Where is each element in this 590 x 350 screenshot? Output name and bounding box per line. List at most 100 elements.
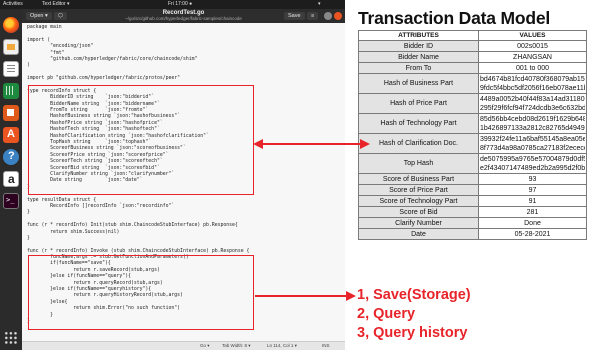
attribute-cell: Hash of Price Part bbox=[358, 93, 479, 114]
editor-statusbar: Go ▾ Tab Width: 8 ▾ Ln 114, Col 1 ▾ INS bbox=[22, 341, 345, 350]
attribute-cell: Score of Technology Part bbox=[358, 195, 479, 207]
table-row: From To 001 to 000 bbox=[358, 62, 587, 74]
invoke-highlight-box bbox=[28, 255, 254, 330]
show-applications-icon[interactable] bbox=[4, 331, 18, 345]
value-cell: 05-28-2021 bbox=[478, 228, 587, 240]
editor-titlebar: Open ▾ ⬡ RecordTest.go ~/go/src/github.c… bbox=[22, 9, 345, 23]
value-cell: 91 bbox=[478, 195, 587, 207]
table-row: Top Hashde5075995a9765e57004879d0df5c0cd… bbox=[358, 153, 587, 174]
attribute-cell: Score of Bid bbox=[358, 206, 479, 218]
value-text: 002s0015 bbox=[517, 42, 548, 50]
writer-icon[interactable] bbox=[3, 61, 19, 77]
app-menu[interactable]: Text Editor ▾ bbox=[42, 0, 70, 9]
table-row: Clarify Number Done bbox=[358, 217, 587, 229]
attribute-cell: Hash of Technology Part bbox=[358, 113, 479, 134]
invoke-arrow-head bbox=[346, 291, 356, 301]
attribute-cell: Bidder ID bbox=[358, 40, 479, 52]
attribute-cell: Bidder Name bbox=[358, 51, 479, 63]
value-text: bd4674b81fcd40780f368079ab15d453 bbox=[480, 75, 585, 83]
table-row: Score of Price Part 97 bbox=[358, 184, 587, 196]
insert-mode: INS bbox=[322, 343, 330, 348]
value-text: Done bbox=[524, 219, 541, 227]
impress-icon[interactable] bbox=[3, 105, 19, 121]
value-cell: 85d56bb4cebd08d2619f1629b648acca1b426897… bbox=[478, 113, 587, 134]
header-attributes: ATTRIBUTES bbox=[358, 30, 479, 41]
value-cell: 93 bbox=[478, 173, 587, 185]
cursor-position[interactable]: Ln 114, Col 1 ▾ bbox=[267, 342, 297, 350]
save-button[interactable]: Save bbox=[284, 12, 305, 20]
value-text: ZHANGSAN bbox=[513, 53, 552, 61]
value-text: 001 to 000 bbox=[515, 64, 550, 72]
value-cell: 281 bbox=[478, 206, 587, 218]
operation-query-history: 3, Query history bbox=[357, 325, 468, 341]
launcher-dock bbox=[0, 9, 22, 350]
struct-arrow-line bbox=[262, 143, 362, 145]
activities-button[interactable]: Activities bbox=[3, 0, 23, 9]
table-title: Transaction Data Model bbox=[358, 8, 551, 28]
invoke-arrow-line bbox=[255, 295, 348, 297]
value-text: 93 bbox=[528, 175, 537, 183]
close-icon[interactable] bbox=[334, 12, 342, 20]
help-icon[interactable] bbox=[3, 149, 19, 165]
software-center-icon[interactable] bbox=[3, 127, 19, 143]
table-row: Hash of Price Part 4489a0052b40f44f83a14a… bbox=[358, 93, 587, 114]
value-text: 4489a0052b40f44f83a14ad311808e5ff bbox=[480, 95, 585, 103]
value-text: de5075995a9765e57004879d0df5c0cd bbox=[480, 155, 585, 163]
attribute-cell: Hash of Clarification Doc. bbox=[358, 133, 479, 154]
firefox-icon[interactable] bbox=[3, 17, 19, 33]
desktop-screenshot: Activities Text Editor ▾ Fri 17:00 ● ▾ O… bbox=[0, 0, 345, 350]
attribute-cell: From To bbox=[358, 62, 479, 74]
value-cell: 4489a0052b40f44f83a14ad311808e5ff295f29f… bbox=[478, 93, 587, 114]
table-row: Score of Technology Part 91 bbox=[358, 195, 587, 207]
struct-highlight-box bbox=[28, 85, 254, 195]
value-text: e2f43407147489ed2b2a995d2f0ba1aa bbox=[480, 164, 585, 172]
struct-arrow-right-head bbox=[360, 139, 370, 149]
table-row: Date 05-28-2021 bbox=[358, 228, 587, 240]
table-row: Score of Bid 281 bbox=[358, 206, 587, 218]
value-text: 8f773d4a98a0785ca27183f2ececedb bbox=[480, 144, 585, 152]
table-row: Hash of Technology Part 85d56bb4cebd08d26… bbox=[358, 113, 587, 134]
value-text: 39932f24fe11a6baf55145a8ea05e1abd bbox=[480, 135, 585, 143]
value-cell: Done bbox=[478, 217, 587, 229]
value-text: 97 bbox=[528, 186, 537, 194]
value-cell: 001 to 000 bbox=[478, 62, 587, 74]
table-row: Score of Business Part 93 bbox=[358, 173, 587, 185]
value-text: 295f29f6fcf94f724dcdb3e6c632bd bbox=[480, 104, 585, 112]
table-row: Hash of Business Part bd4674b81fcd40780f3… bbox=[358, 73, 587, 94]
transaction-data-table: ATTRIBUTES VALUES Bidder ID 002s0015 Bidde… bbox=[358, 30, 587, 240]
attribute-cell: Clarify Number bbox=[358, 217, 479, 229]
table-body: Bidder ID 002s0015 Bidder Name ZHANGSAN From… bbox=[358, 40, 587, 240]
attribute-cell: Score of Business Part bbox=[358, 173, 479, 185]
value-cell: 39932f24fe11a6baf55145a8ea05e1abd8f773d4… bbox=[478, 133, 587, 154]
language-selector[interactable]: Go ▾ bbox=[200, 342, 210, 350]
value-cell: bd4674b81fcd40780f368079ab15d4539fdc5f4b… bbox=[478, 73, 587, 94]
attribute-cell: Date bbox=[358, 228, 479, 240]
value-text: 91 bbox=[528, 197, 537, 205]
clock[interactable]: Fri 17:00 ● bbox=[168, 0, 192, 9]
value-text: 85d56bb4cebd08d2619f1629b648acca bbox=[480, 115, 585, 123]
minimize-icon[interactable] bbox=[324, 12, 332, 20]
value-text: 281 bbox=[526, 208, 539, 216]
header-values: VALUES bbox=[478, 30, 587, 41]
top-panel: Activities Text Editor ▾ Fri 17:00 ● ▾ bbox=[0, 0, 345, 9]
value-cell: 002s0015 bbox=[478, 40, 587, 52]
menu-icon[interactable]: ≡ bbox=[307, 12, 319, 20]
system-tray-icon[interactable]: ▾ bbox=[318, 0, 321, 9]
value-text: 9fdc5f4bbc5df2056f16eb078ae11bbf bbox=[480, 84, 585, 92]
attribute-cell: Top Hash bbox=[358, 153, 479, 174]
value-text: 1b426897133a2812c82765d4949ba637 bbox=[480, 124, 585, 132]
files-icon[interactable] bbox=[3, 39, 19, 55]
value-cell: 97 bbox=[478, 184, 587, 196]
value-cell: ZHANGSAN bbox=[478, 51, 587, 63]
calc-icon[interactable] bbox=[3, 83, 19, 99]
value-cell: de5075995a9765e57004879d0df5c0cde2f43407… bbox=[478, 153, 587, 174]
terminal-icon[interactable] bbox=[3, 193, 19, 209]
table-row: Bidder Name ZHANGSAN bbox=[358, 51, 587, 63]
tab-width-selector[interactable]: Tab Width: 8 ▾ bbox=[222, 342, 251, 350]
amazon-icon[interactable] bbox=[3, 171, 19, 187]
attribute-cell: Hash of Business Part bbox=[358, 73, 479, 94]
table-row: Hash of Clarification Doc. 39932f24fe11a6… bbox=[358, 133, 587, 154]
table-row: Bidder ID 002s0015 bbox=[358, 40, 587, 52]
operation-save: 1, Save(Storage) bbox=[357, 287, 471, 303]
struct-arrow-left-head bbox=[253, 139, 263, 149]
